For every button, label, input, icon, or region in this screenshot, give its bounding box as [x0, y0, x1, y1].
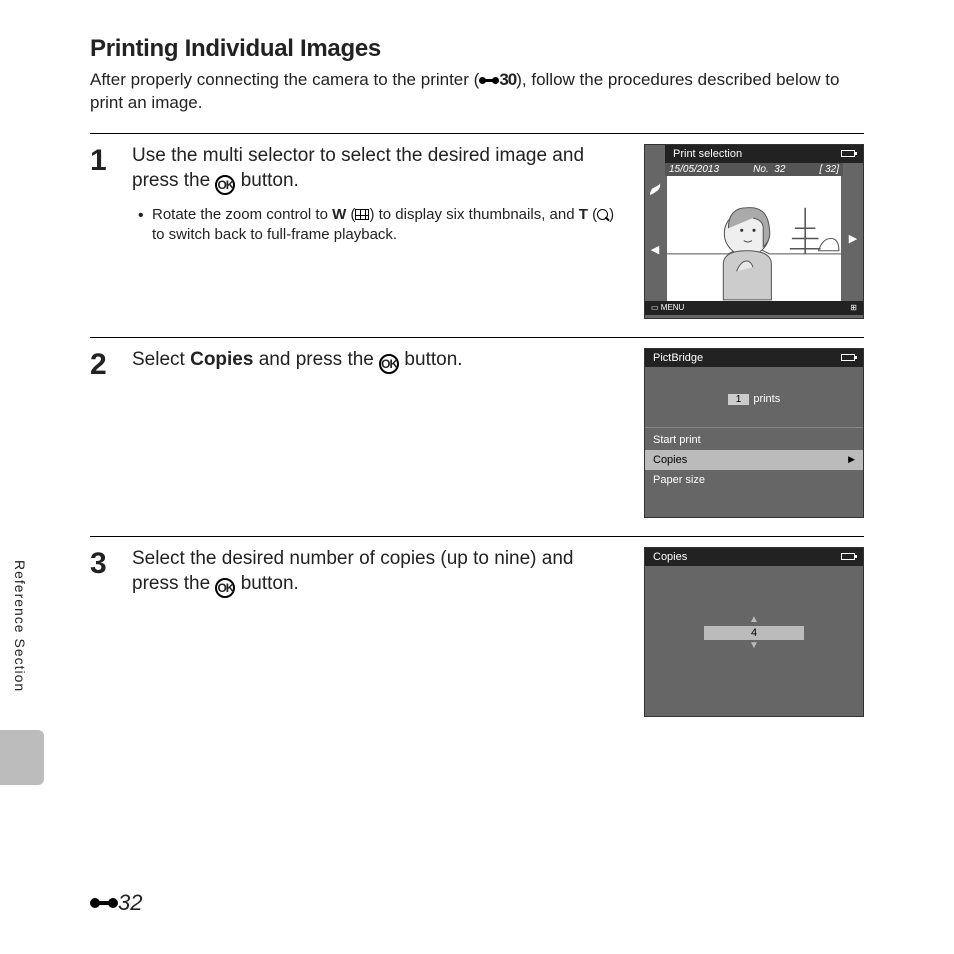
intro-pre: After properly connecting the camera to …: [90, 70, 479, 89]
section-title: Printing Individual Images: [90, 35, 864, 63]
copies-spinner: ▲ 4 ▼: [704, 616, 804, 650]
left-arrow-icon: ◀: [651, 198, 659, 301]
prints-value: 1: [728, 394, 750, 405]
ok-button-icon: OK: [215, 175, 235, 195]
step-number: 1: [90, 144, 132, 319]
battery-icon: [841, 150, 855, 157]
page-num-value: 32: [118, 890, 142, 916]
xref-num: 30: [499, 70, 516, 89]
ok-button-icon: OK: [379, 354, 399, 374]
t-key: T: [579, 206, 588, 223]
lcd-title: Copies: [653, 551, 687, 563]
copies-value: 4: [704, 626, 804, 640]
intro-paragraph: After properly connecting the camera to …: [90, 69, 864, 115]
lcd-total: [ 32]: [820, 164, 839, 175]
copies-bold: Copies: [190, 349, 253, 370]
text: button.: [235, 573, 298, 594]
step-instruction: Select the desired number of copies (up …: [132, 547, 624, 598]
side-tab-block: [0, 730, 44, 785]
lcd-menu-label: MENU: [661, 303, 685, 312]
menu-label: Copies: [653, 454, 687, 466]
thumbnail-icon: [355, 209, 369, 220]
step-number: 2: [90, 348, 132, 518]
text: Use the multi selector to select the des…: [132, 145, 584, 191]
step-instruction: Select Copies and press the OK button.: [132, 348, 624, 374]
lcd-footer: ▭ MENU ⊞: [645, 301, 863, 315]
lcd-print-selection: Print selection 15/05/2013 No. 32 [ 32]: [644, 144, 864, 319]
step-instruction: Use the multi selector to select the des…: [132, 144, 624, 195]
text: button.: [399, 349, 462, 370]
menu-copies: Copies ▶: [645, 450, 863, 470]
right-arrow-icon: ▶: [849, 176, 857, 301]
text: button.: [235, 170, 298, 191]
battery-icon: [841, 553, 855, 560]
xref-icon: 30: [479, 70, 516, 89]
step-1: 1 Use the multi selector to select the d…: [90, 134, 864, 337]
lcd-no-label: No.: [753, 164, 769, 175]
step-number: 3: [90, 547, 132, 717]
side-section-label: Reference Section: [12, 560, 28, 692]
menu-start-print: Start print: [645, 430, 863, 450]
lcd-photo-preview: [667, 176, 841, 301]
lcd-copies-spinner: Copies ▲ 4 ▼: [644, 547, 864, 717]
down-arrow-icon: ▼: [704, 642, 804, 650]
lcd-meta: 15/05/2013 No. 32 [ 32]: [665, 163, 843, 176]
lcd-title: Print selection: [673, 148, 742, 160]
page-number: 32: [90, 890, 142, 916]
lcd-title: PictBridge: [653, 352, 703, 364]
lcd-no-val: 32: [774, 164, 785, 175]
lcd-prints-count: 1prints: [645, 367, 863, 427]
magnifier-icon: [597, 209, 609, 221]
lcd-divider: [645, 427, 863, 428]
text: Select the desired number of copies (up …: [132, 548, 574, 594]
reference-icon: [90, 896, 118, 910]
menu-paper-size: Paper size: [645, 470, 863, 490]
lcd-pictbridge-menu: PictBridge 1prints Start print Copies ▶ …: [644, 348, 864, 518]
text: Select: [132, 349, 190, 370]
reference-icon: [479, 76, 499, 86]
submenu-arrow-icon: ▶: [848, 454, 855, 466]
up-arrow-icon: ▲: [704, 616, 804, 624]
ok-button-icon: OK: [215, 578, 235, 598]
battery-icon: [841, 354, 855, 361]
pictbridge-icon: [647, 182, 663, 198]
step-2: 2 Select Copies and press the OK button.…: [90, 338, 864, 536]
w-key: W: [332, 206, 346, 223]
prints-label: prints: [753, 393, 780, 405]
step-3: 3 Select the desired number of copies (u…: [90, 537, 864, 735]
lcd-date: 15/05/2013: [669, 164, 719, 175]
step-bullet: Rotate the zoom control to W () to displ…: [152, 205, 624, 246]
text: and press the: [253, 349, 379, 370]
